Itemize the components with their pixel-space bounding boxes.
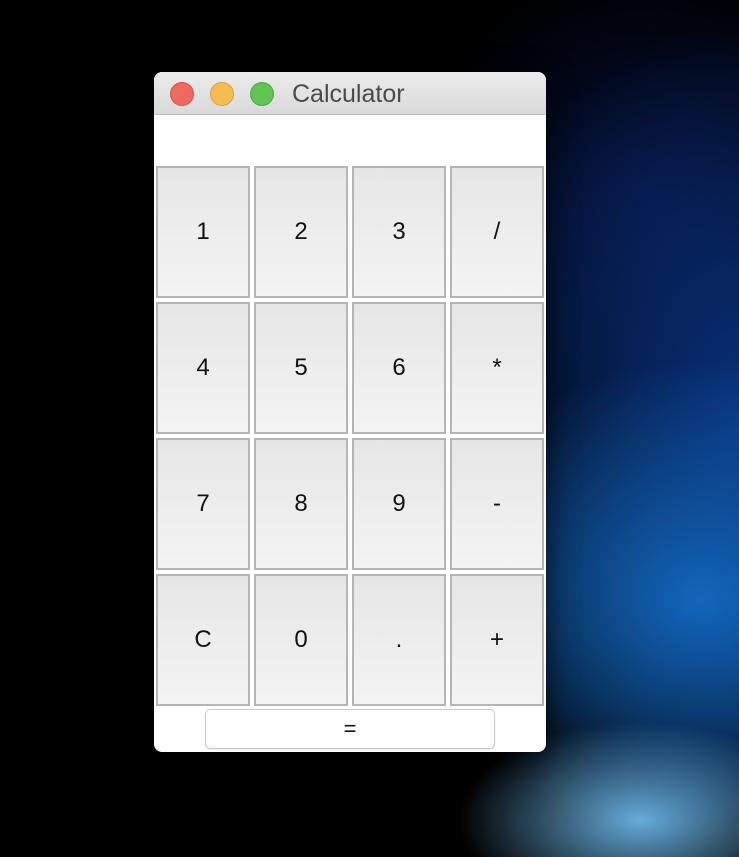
- divide-button[interactable]: /: [450, 166, 544, 298]
- key-2-button[interactable]: 2: [254, 166, 348, 298]
- close-button[interactable]: [170, 82, 194, 106]
- decimal-button[interactable]: .: [352, 574, 446, 706]
- key-0-button[interactable]: 0: [254, 574, 348, 706]
- result-display: [154, 115, 546, 165]
- clear-button[interactable]: C: [156, 574, 250, 706]
- key-8-button[interactable]: 8: [254, 438, 348, 570]
- subtract-button[interactable]: -: [450, 438, 544, 570]
- calculator-window: Calculator 1 2 3 / 4 5 6 * 7 8 9 - C 0 .…: [154, 72, 546, 752]
- key-9-button[interactable]: 9: [352, 438, 446, 570]
- window-title: Calculator: [292, 80, 405, 108]
- key-4-button[interactable]: 4: [156, 302, 250, 434]
- minimize-button[interactable]: [210, 82, 234, 106]
- key-3-button[interactable]: 3: [352, 166, 446, 298]
- key-1-button[interactable]: 1: [156, 166, 250, 298]
- add-button[interactable]: +: [450, 574, 544, 706]
- zoom-button[interactable]: [250, 82, 274, 106]
- title-bar[interactable]: Calculator: [154, 72, 546, 115]
- key-7-button[interactable]: 7: [156, 438, 250, 570]
- key-6-button[interactable]: 6: [352, 302, 446, 434]
- multiply-button[interactable]: *: [450, 302, 544, 434]
- key-5-button[interactable]: 5: [254, 302, 348, 434]
- equals-button[interactable]: =: [205, 709, 495, 749]
